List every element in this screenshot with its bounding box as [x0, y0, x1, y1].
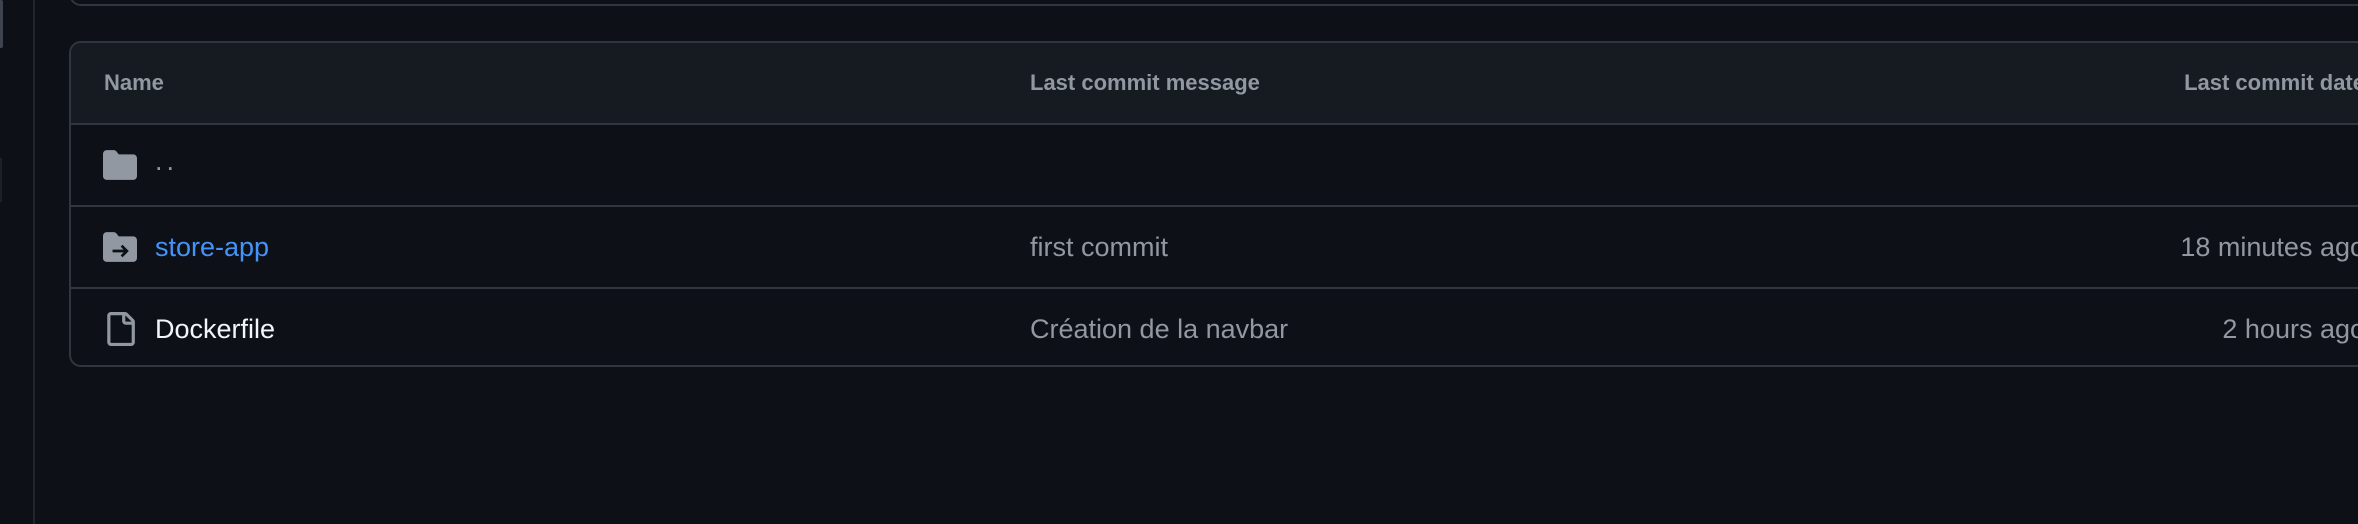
sidebar-divider [33, 0, 35, 524]
commit-message-link[interactable]: first commit [1030, 231, 1168, 263]
commit-message-link[interactable]: Création de la navbar [1030, 313, 1288, 345]
table-row: store-app first commit 18 minutes ago [71, 207, 2358, 289]
submodule-folder-icon [103, 230, 137, 264]
table-header: Name Last commit message Last commit dat… [71, 43, 2358, 125]
column-header-last-commit-message: Last commit message [1030, 70, 1260, 95]
table-row: Dockerfile Création de la navbar 2 hours… [71, 289, 2358, 365]
file-icon [103, 312, 137, 346]
repository-file-browser: Name Last commit message Last commit dat… [0, 0, 2358, 524]
table-row-parent-directory[interactable]: .. [71, 125, 2358, 207]
column-header-name: Name [104, 70, 164, 95]
commit-date: 2 hours ago [2222, 314, 2358, 344]
previous-panel-bottom-edge [69, 0, 2358, 6]
folder-icon [103, 148, 137, 182]
column-header-last-commit-date: Last commit date [2184, 70, 2358, 95]
commit-date: 18 minutes ago [2180, 232, 2358, 262]
sidebar-edge-handle [0, 0, 3, 48]
file-name-link[interactable]: Dockerfile [155, 313, 275, 345]
sidebar-edge-marker [0, 158, 2, 202]
parent-directory-link[interactable]: .. [155, 145, 178, 177]
file-table: Name Last commit message Last commit dat… [69, 41, 2358, 367]
file-name-link[interactable]: store-app [155, 231, 269, 263]
